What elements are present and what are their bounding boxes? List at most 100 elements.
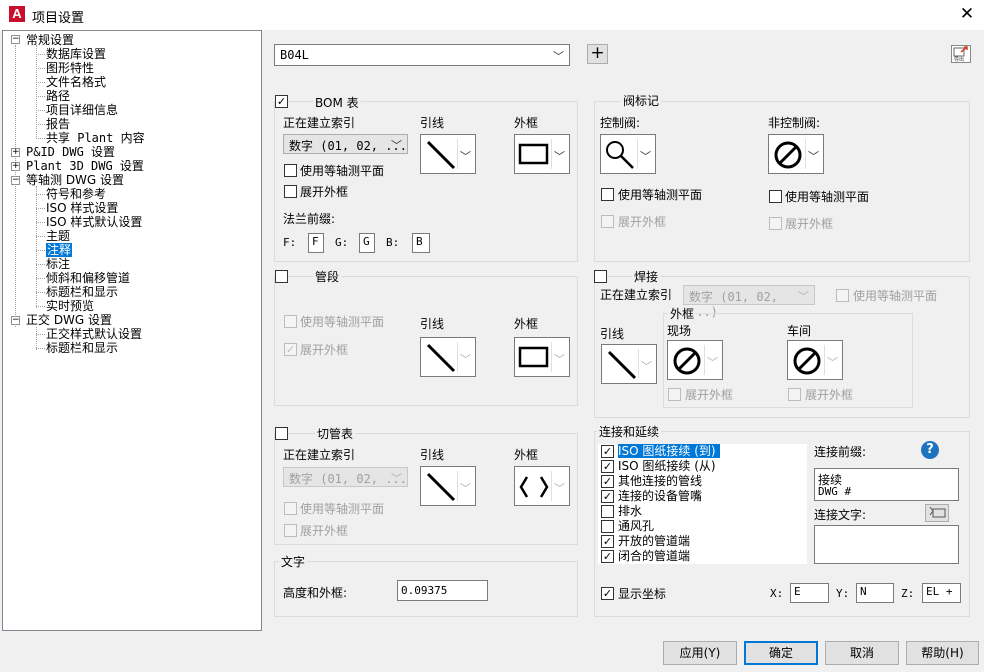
add-style-button[interactable]: + [587, 44, 608, 64]
list-item-checkbox[interactable]: ✓ [601, 550, 614, 563]
tree-item[interactable]: 文件名格式 [46, 75, 106, 89]
export-icon[interactable]: 导出 [951, 45, 971, 63]
tree-item-ortho[interactable]: 正交 DWG 设置 [26, 313, 112, 327]
list-item-checkbox[interactable]: ✓ [601, 460, 614, 473]
coord-y-input[interactable]: N [856, 583, 894, 603]
weld-field-picker[interactable]: ﹀ [667, 340, 723, 380]
tree-item[interactable]: 共享 Plant 内容 [46, 131, 145, 145]
cut-iso-plane-checkbox[interactable] [284, 502, 297, 515]
list-item[interactable]: ✓ 其他连接的管线 [598, 474, 807, 489]
weld-shop-picker[interactable]: ﹀ [787, 340, 843, 380]
style-select[interactable]: B04L ﹀ [274, 44, 570, 66]
control-iso-plane-checkbox[interactable] [601, 188, 614, 201]
bom-expand-frame-checkbox[interactable] [284, 185, 297, 198]
circle-slash-icon [774, 141, 802, 169]
list-item[interactable]: ✓ 连接的设备管嘴 [598, 489, 807, 504]
tree-item[interactable]: 标题栏和显示 [46, 285, 118, 299]
rectangle-frame-icon [518, 143, 549, 165]
tree-item[interactable]: 图形特性 [46, 61, 94, 75]
text-height-input[interactable]: 0.09375 [397, 580, 488, 601]
segment-leader-picker[interactable]: ﹀ [420, 337, 476, 377]
tree-item[interactable]: 符号和参考 [46, 187, 106, 201]
weld-checkbox[interactable] [594, 270, 607, 283]
tree-item-annotation-selected[interactable]: 注释 [46, 243, 73, 257]
flange-b-input[interactable]: B [412, 233, 430, 253]
close-icon[interactable]: ✕ [955, 3, 979, 27]
expand-icon[interactable]: + [11, 148, 20, 157]
cut-expand-frame-checkbox[interactable] [284, 524, 297, 537]
tree-item-pid[interactable]: P&ID DWG 设置 [26, 145, 115, 159]
tree-item[interactable]: 标题栏和显示 [46, 341, 118, 355]
collapse-icon[interactable]: − [11, 35, 20, 44]
segment-frame-picker[interactable]: ﹀ [514, 337, 570, 377]
tree-item[interactable]: 正交样式默认设置 [46, 327, 142, 341]
cut-index-select[interactable]: 数字 (01, 02, ... ﹀ [283, 467, 408, 487]
tree-item[interactable]: 主题 [46, 229, 70, 243]
cut-frame-picker[interactable]: ﹀ [514, 466, 570, 506]
show-coords-checkbox[interactable]: ✓ [601, 587, 614, 600]
settings-tree[interactable]: − 常规设置 数据库设置 图形特性 文件名格式 路径 项目详细信息 报告 共享 … [2, 30, 262, 631]
weld-leader-picker[interactable]: ﹀ [601, 344, 657, 384]
tree-item[interactable]: 标注 [46, 257, 70, 271]
tree-item-general[interactable]: 常规设置 [26, 33, 74, 47]
tree-item[interactable]: ISO 样式默认设置 [46, 215, 142, 229]
ok-button[interactable]: 确定 [744, 641, 818, 665]
tree-item[interactable]: 倾斜和偏移管道 [46, 271, 130, 285]
tree-item[interactable]: 项目详细信息 [46, 103, 118, 117]
noncontrol-valve-picker[interactable]: ﹀ [768, 134, 824, 174]
help-icon[interactable]: ? [921, 441, 939, 459]
list-item-checkbox[interactable] [601, 505, 614, 518]
flange-g-input[interactable]: G [359, 233, 375, 253]
tree-item[interactable]: 报告 [46, 117, 70, 131]
tree-item[interactable]: 数据库设置 [46, 47, 106, 61]
connections-list[interactable]: ✓ ISO 图纸接续 (到) ✓ ISO 图纸接续 (从) ✓ 其他连接的管线 ✓ 连接… [598, 444, 807, 564]
segment-expand-frame-checkbox[interactable]: ✓ [284, 343, 297, 356]
collapse-icon[interactable]: − [11, 316, 20, 325]
field-insert-button[interactable] [925, 504, 949, 522]
list-item-checkbox[interactable] [601, 520, 614, 533]
bom-iso-plane-checkbox[interactable] [284, 164, 297, 177]
expand-icon[interactable]: + [11, 162, 20, 171]
control-expand-frame-checkbox[interactable] [601, 215, 614, 228]
bom-index-select[interactable]: 数字 (01, 02, ... ﹀ [283, 134, 408, 154]
coord-z-input[interactable]: EL + [922, 583, 961, 603]
list-item-checkbox[interactable]: ✓ [601, 475, 614, 488]
list-item[interactable]: ✓ 闭合的管道端 [598, 549, 807, 564]
bom-frame-picker[interactable]: ﹀ [514, 134, 570, 174]
cut-checkbox[interactable] [275, 427, 288, 440]
list-item[interactable]: ✓ ISO 图纸接续 (到) [598, 444, 807, 459]
weld-iso-plane-checkbox[interactable] [836, 289, 849, 302]
collapse-icon[interactable]: − [11, 176, 20, 185]
segment-iso-plane-checkbox[interactable] [284, 315, 297, 328]
list-item-checkbox[interactable]: ✓ [601, 490, 614, 503]
coord-x-input[interactable]: E [790, 583, 829, 603]
cut-leader-picker[interactable]: ﹀ [420, 466, 476, 506]
tree-item[interactable]: 实时预览 [46, 299, 94, 313]
noncontrol-expand-frame-checkbox[interactable] [769, 217, 782, 230]
weld-field-expand-checkbox[interactable] [668, 388, 681, 401]
noncontrol-iso-plane-checkbox[interactable] [769, 190, 782, 203]
weld-index-select[interactable]: 数字 (01, 02, ...) ﹀ [683, 285, 815, 319]
list-item[interactable]: 排水 [598, 504, 807, 519]
help-button[interactable]: 帮助(H) [906, 641, 979, 665]
list-item[interactable]: ✓ ISO 图纸接续 (从) [598, 459, 807, 474]
apply-button[interactable]: 应用(Y) [663, 641, 737, 665]
control-valve-picker[interactable]: ﹀ [600, 134, 656, 174]
list-item-checkbox[interactable]: ✓ [601, 445, 614, 458]
chevron-down-icon: ﹀ [460, 150, 471, 163]
flange-f-input[interactable]: F [308, 233, 324, 253]
connection-prefix-input[interactable]: 接续 DWG # [814, 468, 959, 501]
tree-item[interactable]: ISO 样式设置 [46, 201, 118, 215]
tree-item-iso[interactable]: 等轴测 DWG 设置 [26, 173, 124, 187]
bom-leader-picker[interactable]: ﹀ [420, 134, 476, 174]
tree-item-plant3d[interactable]: Plant 3D DWG 设置 [26, 159, 144, 173]
segment-checkbox[interactable] [275, 270, 288, 283]
weld-shop-expand-checkbox[interactable] [788, 388, 801, 401]
list-item-checkbox[interactable]: ✓ [601, 535, 614, 548]
connection-text-input[interactable] [814, 525, 959, 564]
list-item[interactable]: ✓ 开放的管道端 [598, 534, 807, 549]
bom-checkbox[interactable]: ✓ [275, 95, 288, 108]
list-item[interactable]: 通风孔 [598, 519, 807, 534]
cancel-button[interactable]: 取消 [825, 641, 899, 665]
tree-item[interactable]: 路径 [46, 89, 70, 103]
